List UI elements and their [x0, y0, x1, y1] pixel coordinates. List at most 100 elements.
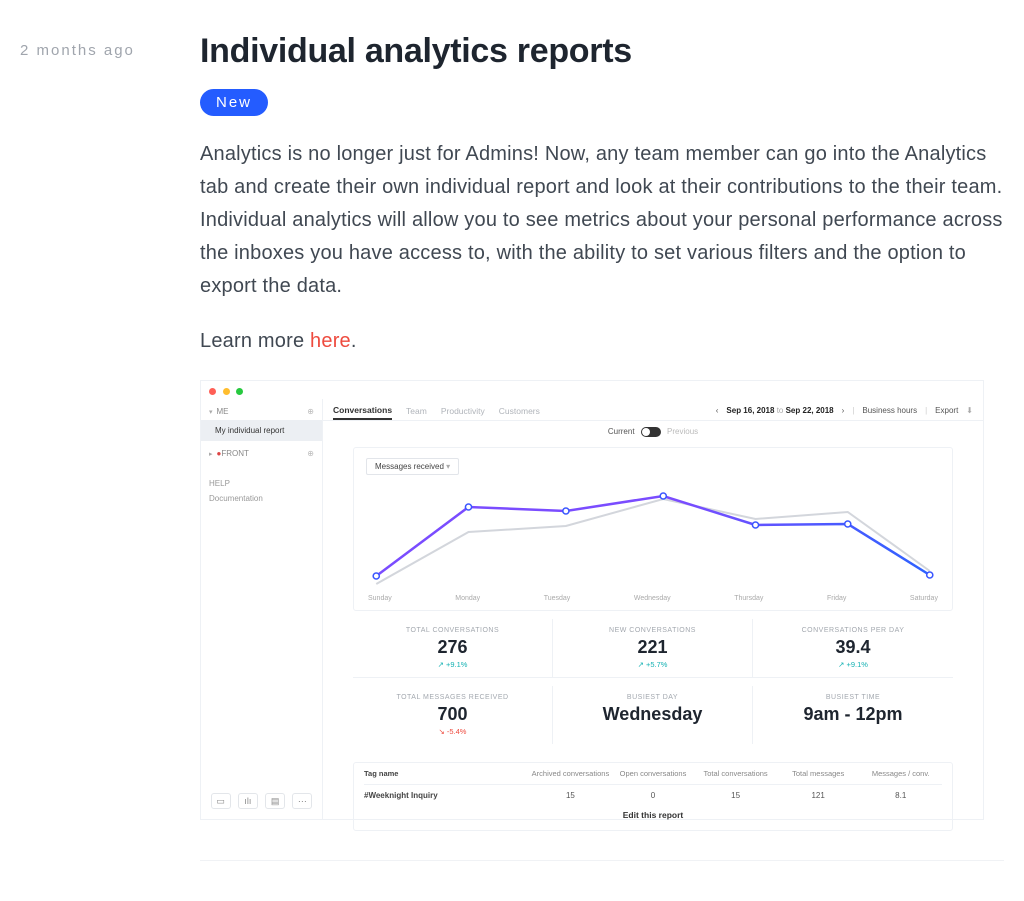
toggle-switch[interactable] — [641, 427, 661, 437]
previous-label: Previous — [667, 427, 698, 436]
current-series-line — [376, 496, 930, 576]
table-row: #Weeknight Inquiry 15 0 15 121 8.1 — [364, 785, 942, 802]
sidebar-me-label: ME — [217, 407, 229, 416]
col-total: Total conversations — [694, 769, 777, 778]
learn-more-suffix: . — [351, 330, 357, 352]
metric-value: Wednesday — [557, 704, 748, 725]
sidebar-group-front[interactable]: ▸ ● FRONT ⊕ — [201, 445, 322, 462]
tab-team[interactable]: Team — [406, 406, 427, 416]
post-time-ago: 2 months ago — [20, 42, 200, 59]
tab-conversations[interactable]: Conversations — [333, 405, 392, 420]
cell-total: 15 — [694, 791, 777, 800]
new-badge: New — [200, 89, 268, 116]
metric-delta: ↗ +9.1% — [357, 660, 548, 669]
metric-label: BUSIEST DAY — [557, 694, 748, 701]
close-dot-icon — [209, 388, 216, 395]
inbox-icon[interactable]: ▭ — [211, 793, 231, 809]
date-range[interactable]: Sep 16, 2018 to Sep 22, 2018 — [726, 406, 833, 415]
date-next-icon[interactable]: › — [842, 406, 845, 415]
sidebar-help-label: HELP — [201, 476, 322, 491]
col-per-conv: Messages / conv. — [859, 769, 942, 778]
metric-label: BUSIEST TIME — [757, 694, 949, 701]
post-body: Analytics is no longer just for Admins! … — [200, 138, 1004, 358]
sidebar-bottom-nav: ▭ ılı ▤ ⋯ — [201, 789, 322, 813]
date-to-word: to — [777, 406, 784, 415]
x-tick: Saturday — [910, 595, 938, 602]
tags-table: Tag name Archived conversations Open con… — [353, 762, 953, 831]
more-icon[interactable]: ⋯ — [292, 793, 312, 809]
current-previous-toggle: Current Previous — [323, 421, 983, 443]
sidebar-front-label: FRONT — [221, 449, 249, 458]
date-to: Sep 22, 2018 — [786, 406, 834, 415]
line-chart — [366, 483, 940, 593]
chart-card: Messages received ▾ — [353, 447, 953, 611]
chart-metric-selector[interactable]: Messages received ▾ — [366, 458, 459, 475]
date-prev-icon[interactable]: ‹ — [716, 406, 719, 415]
metric-value: 9am - 12pm — [757, 704, 949, 725]
caret-icon: ▾ — [209, 408, 213, 416]
caret-icon: ▸ — [209, 450, 213, 458]
download-icon[interactable]: ⬇ — [966, 406, 973, 415]
tab-customers[interactable]: Customers — [499, 406, 540, 416]
metric-value: 700 — [357, 704, 548, 725]
analytics-screenshot: ▾ ME ⊕ My individual report ▸ ● FRONT — [200, 380, 984, 820]
cell-archived: 15 — [529, 791, 612, 800]
x-tick: Thursday — [734, 595, 763, 602]
cell-tag: #Weeknight Inquiry — [364, 791, 529, 800]
add-icon[interactable]: ⊕ — [307, 449, 314, 458]
minimize-dot-icon — [223, 388, 230, 395]
post-divider — [200, 860, 1004, 861]
learn-more-line: Learn more here. — [200, 325, 1004, 358]
metric-busiest-time: BUSIEST TIME 9am - 12pm — [753, 686, 953, 744]
chart-metric-label: Messages received — [375, 462, 444, 471]
x-tick: Wednesday — [634, 595, 671, 602]
col-archived: Archived conversations — [529, 769, 612, 778]
post-title: Individual analytics reports — [200, 32, 1004, 71]
date-from: Sep 16, 2018 — [726, 406, 774, 415]
cell-per-conv: 8.1 — [859, 791, 942, 800]
cell-messages: 121 — [777, 791, 860, 800]
col-open: Open conversations — [612, 769, 695, 778]
export-button[interactable]: Export — [935, 406, 958, 415]
metric-label: TOTAL CONVERSATIONS — [357, 627, 548, 634]
maximize-dot-icon — [236, 388, 243, 395]
col-messages: Total messages — [777, 769, 860, 778]
metric-value: 39.4 — [757, 637, 949, 658]
chart-svg — [366, 483, 940, 593]
analytics-icon[interactable]: ılı — [238, 793, 258, 809]
metrics-row-1: TOTAL CONVERSATIONS 276 ↗ +9.1% NEW CONV… — [353, 619, 953, 678]
metric-label: CONVERSATIONS PER DAY — [757, 627, 949, 634]
col-tag: Tag name — [364, 769, 529, 778]
metric-delta: ↘ -5.4% — [357, 727, 548, 736]
add-icon[interactable]: ⊕ — [307, 407, 314, 416]
data-points — [373, 493, 933, 579]
app-main-panel: Conversations Team Productivity Customer… — [323, 399, 983, 819]
sidebar-my-report-label: My individual report — [215, 426, 284, 435]
contacts-icon[interactable]: ▤ — [265, 793, 285, 809]
cell-open: 0 — [612, 791, 695, 800]
edit-report-link[interactable]: Edit this report — [364, 810, 942, 820]
metric-conversations-per-day: CONVERSATIONS PER DAY 39.4 ↗ +9.1% — [753, 619, 953, 678]
tab-productivity[interactable]: Productivity — [441, 406, 485, 416]
business-hours-toggle[interactable]: Business hours — [862, 406, 917, 415]
post-paragraph: Analytics is no longer just for Admins! … — [200, 138, 1004, 303]
x-tick: Tuesday — [544, 595, 571, 602]
table-header: Tag name Archived conversations Open con… — [364, 769, 942, 785]
metrics-row-2: TOTAL MESSAGES RECEIVED 700 ↘ -5.4% BUSI… — [353, 686, 953, 744]
metric-delta: ↗ +9.1% — [757, 660, 949, 669]
metric-value: 276 — [357, 637, 548, 658]
metric-total-messages: TOTAL MESSAGES RECEIVED 700 ↘ -5.4% — [353, 686, 553, 744]
metric-new-conversations: NEW CONVERSATIONS 221 ↗ +5.7% — [553, 619, 753, 678]
sidebar-item-my-report[interactable]: My individual report — [201, 420, 322, 441]
x-tick: Sunday — [368, 595, 392, 602]
sidebar-docs-link[interactable]: Documentation — [201, 491, 322, 506]
chevron-down-icon: ▾ — [446, 462, 450, 471]
metric-total-conversations: TOTAL CONVERSATIONS 276 ↗ +9.1% — [353, 619, 553, 678]
learn-more-link[interactable]: here — [310, 330, 351, 352]
learn-more-prefix: Learn more — [200, 330, 310, 352]
metric-label: TOTAL MESSAGES RECEIVED — [357, 694, 548, 701]
chart-x-axis: Sunday Monday Tuesday Wednesday Thursday… — [366, 593, 940, 606]
x-tick: Friday — [827, 595, 846, 602]
sidebar-group-me[interactable]: ▾ ME ⊕ — [201, 403, 322, 420]
previous-series-line — [376, 499, 930, 584]
